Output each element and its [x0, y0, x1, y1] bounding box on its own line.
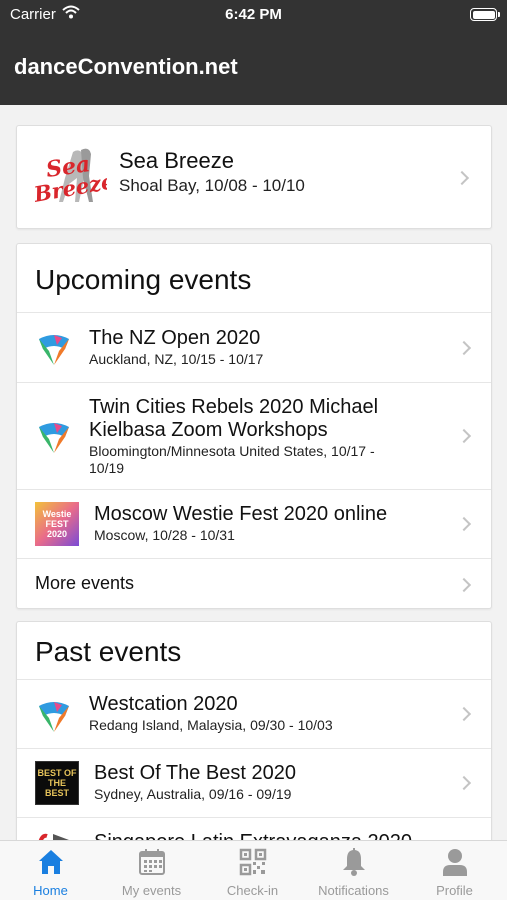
featured-event-card[interactable]: Sea Breeze Sea Breeze Shoal Bay, 10/08 -… [16, 125, 492, 229]
best-of-the-best-logo: BEST OF THE BEST [35, 761, 79, 805]
chevron-right-icon [456, 775, 472, 791]
event-name: Singapore Latin Extravaganza 2020 [94, 831, 412, 840]
person-icon [440, 847, 470, 877]
singapore-latin-logo [35, 830, 75, 840]
chevron-right-icon [456, 340, 472, 356]
tab-label: My events [121, 883, 182, 898]
event-row-singapore-latin[interactable]: Singapore Latin Extravaganza 2020 [17, 817, 491, 840]
event-details-line-1: Bloomington/Minnesota United States, 10/… [89, 443, 375, 459]
chevron-right-icon [454, 170, 470, 186]
event-row-twin-cities[interactable]: Twin Cities Rebels 2020 Michael Kielbasa… [17, 382, 491, 489]
nav-bar: danceConvention.net [0, 30, 507, 105]
past-events-card: Past events Westcation 2020 Redang Islan… [16, 621, 492, 840]
event-logo-icon [35, 417, 73, 460]
event-details: Redang Island, Malaysia, 09/30 - 10/03 [89, 717, 333, 733]
tab-label: Notifications [318, 883, 389, 898]
clock: 6:42 PM [225, 6, 282, 23]
chevron-right-icon [456, 577, 472, 593]
app-title: danceConvention.net [14, 54, 238, 79]
featured-event-name: Sea Breeze [119, 148, 234, 173]
tab-label: Home [33, 883, 68, 898]
event-row-nz-open[interactable]: The NZ Open 2020 Auckland, NZ, 10/15 - 1… [17, 312, 491, 382]
battery-icon [470, 8, 500, 21]
past-events-heading: Past events [35, 636, 182, 667]
event-name: Westcation 2020 [89, 693, 238, 715]
bell-icon [339, 847, 369, 877]
event-logo-icon [35, 696, 73, 739]
status-bar: Carrier 6:42 PM [0, 0, 507, 30]
event-name: Best Of The Best 2020 [94, 762, 296, 784]
event-logo-icon [35, 329, 73, 372]
upcoming-events-heading: Upcoming events [35, 264, 252, 295]
thumb-text: Westie FEST 2020 [42, 509, 72, 539]
tab-profile[interactable]: Profile [404, 841, 505, 900]
event-row-westcation[interactable]: Westcation 2020 Redang Island, Malaysia,… [17, 679, 491, 748]
upcoming-events-card: Upcoming events The NZ Open 2020 Aucklan… [16, 243, 492, 609]
event-name: Moscow Westie Fest 2020 online [94, 503, 388, 525]
more-events-link: More events [35, 573, 135, 593]
sea-breeze-logo: Sea Breeze [31, 144, 116, 210]
tab-home[interactable]: Home [0, 841, 101, 900]
calendar-icon [137, 847, 167, 877]
home-icon [36, 847, 66, 877]
chevron-right-icon [456, 428, 472, 444]
home-scroll-content[interactable]: Sea Breeze Sea Breeze Shoal Bay, 10/08 -… [0, 105, 507, 840]
moscow-westie-fest-logo: Westie FEST 2020 [35, 502, 79, 546]
event-details: Auckland, NZ, 10/15 - 10/17 [89, 351, 264, 367]
qr-code-icon [238, 847, 268, 877]
tab-label: Check-in [226, 883, 279, 898]
event-name-line-2: Kielbasa Zoom Workshops [89, 419, 328, 441]
event-row-moscow-westie[interactable]: Westie FEST 2020 Moscow Westie Fest 2020… [17, 489, 491, 558]
tab-notifications[interactable]: Notifications [303, 841, 404, 900]
event-name: The NZ Open 2020 [89, 327, 261, 349]
event-details: Sydney, Australia, 09/16 - 09/19 [94, 786, 292, 802]
event-details-line-2: 10/19 [89, 460, 125, 476]
tab-bar: Home My events Check-in Notifications Pr… [0, 840, 507, 900]
more-events-row[interactable]: More events [17, 558, 491, 608]
chevron-right-icon [456, 516, 472, 532]
event-row-best-of-the-best[interactable]: BEST OF THE BEST Best Of The Best 2020 S… [17, 748, 491, 817]
chevron-right-icon [456, 706, 472, 722]
thumb-text: BEST OF THE BEST [37, 768, 77, 798]
event-details: Moscow, 10/28 - 10/31 [94, 527, 235, 543]
featured-event-details: Shoal Bay, 10/08 - 10/10 [119, 176, 305, 195]
tab-label: Profile [436, 883, 473, 898]
tab-my-events[interactable]: My events [101, 841, 202, 900]
event-name-line-1: Twin Cities Rebels 2020 Michael [89, 396, 379, 418]
tab-check-in[interactable]: Check-in [202, 841, 303, 900]
